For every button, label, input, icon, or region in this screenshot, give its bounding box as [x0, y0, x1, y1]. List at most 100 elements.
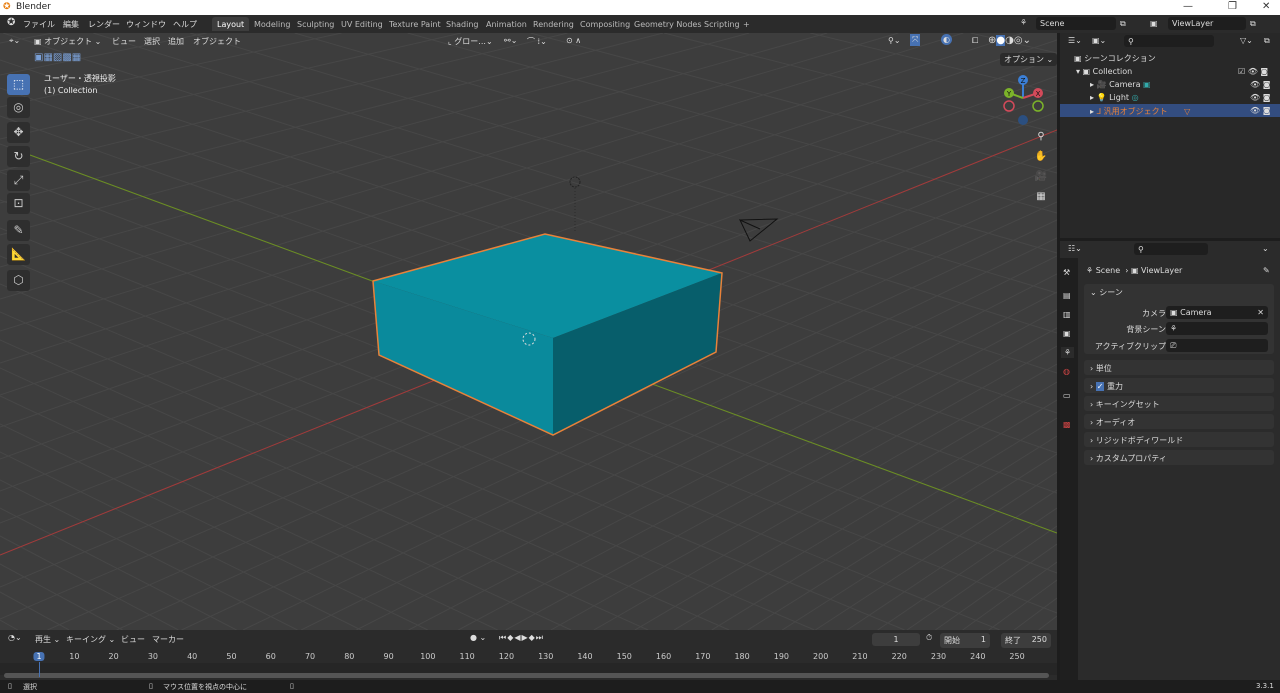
rotate-tool[interactable]: ↻ — [7, 146, 30, 167]
current-frame-field[interactable]: 1 — [872, 633, 920, 646]
display-mode-icon[interactable]: ▣⌄ — [1092, 36, 1106, 45]
filter-icon[interactable]: ▽⌄ — [1240, 36, 1253, 45]
menu-window[interactable]: ウィンドウ — [126, 19, 166, 30]
transform-tool[interactable]: ⊡ — [7, 193, 30, 214]
texture-tab-icon[interactable]: ▩ — [1063, 420, 1071, 429]
blender-menu-icon[interactable]: ✪ — [7, 17, 15, 28]
menu-keying[interactable]: キーイング ⌄ — [66, 634, 115, 645]
editor-type-icon[interactable]: ⌖⌄ — [9, 36, 20, 46]
menu-object[interactable]: オブジェクト — [193, 36, 241, 47]
scale-tool[interactable]: ⤢ — [7, 170, 30, 191]
pin-icon[interactable]: ✎ — [1263, 266, 1270, 275]
tab-rendering[interactable]: Rendering — [528, 17, 579, 31]
panel-gravity[interactable]: › ✓ 重力 — [1084, 378, 1274, 393]
menu-select[interactable]: 選択 — [144, 36, 160, 47]
transform-orientation-dropdown[interactable]: ⌞ グロー...⌄ — [448, 36, 493, 47]
measure-tool[interactable]: 📐 — [7, 244, 30, 265]
menu-view[interactable]: ビュー — [112, 36, 136, 47]
start-frame-field[interactable]: 開始 1 — [940, 633, 990, 648]
properties-editor-icon[interactable]: ☷⌄ — [1068, 244, 1082, 253]
scene-field[interactable]: Scene — [1036, 17, 1116, 30]
overlay-toggle-icon[interactable]: ◐ — [941, 34, 952, 45]
scene-icon[interactable]: ⚘ — [1020, 18, 1027, 27]
visibility-icon[interactable]: ⚲⌄ — [888, 36, 901, 45]
maximize-button[interactable]: ❐ — [1228, 1, 1237, 12]
world-tab-icon[interactable]: ◍ — [1063, 367, 1070, 376]
visibility-toggles[interactable]: 👁 ◙ — [1250, 80, 1270, 89]
menu-render[interactable]: レンダー — [88, 19, 120, 30]
collection-tab-icon[interactable]: ▭ — [1063, 391, 1071, 400]
snap-icon[interactable]: ⌒ ⁞⌄ — [527, 36, 547, 47]
camera-view-icon[interactable]: 🎥 — [1032, 168, 1050, 186]
timeline[interactable]: ◔⌄ 再生 ⌄ キーイング ⌄ ビュー マーカー ● ⌄ ⏮◆◀▶◆⏭ 1 ⏱ … — [0, 630, 1057, 680]
gizmo-toggle-icon[interactable]: ⤧ — [910, 34, 921, 46]
move-tool[interactable]: ✥ — [7, 122, 30, 143]
pan-hand-icon[interactable]: ✋ — [1032, 148, 1050, 166]
panel-audio[interactable]: › オーディオ — [1084, 414, 1274, 429]
menu-file[interactable]: ファイル — [23, 19, 55, 30]
new-collection-icon[interactable]: ⧉ — [1264, 36, 1270, 46]
camera-field[interactable]: ▣ Camera ✕ — [1166, 306, 1268, 319]
tab-compositing[interactable]: Compositing — [575, 17, 635, 31]
background-scene-field[interactable]: ⚘ — [1166, 322, 1268, 335]
tab-shading[interactable]: Shading — [441, 17, 484, 31]
menu-edit[interactable]: 編集 — [63, 19, 79, 30]
outliner[interactable]: ☰⌄ ▣⌄ ⚲ ▽⌄ ⧉ ▣ シーンコレクション ▾ ▣ Collection ☑… — [1060, 33, 1280, 238]
active-clip-field[interactable]: ⎚ — [1166, 339, 1268, 352]
tool-tab-icon[interactable]: ⚒ — [1063, 268, 1070, 277]
menu-add[interactable]: 追加 — [168, 36, 184, 47]
pivot-icon[interactable]: ⚯⌄ — [504, 36, 517, 45]
panel-rigid-body-world[interactable]: › リジッドボディワールド — [1084, 432, 1274, 447]
navigation-gizmo[interactable]: Z X Y — [998, 72, 1048, 128]
add-workspace-button[interactable]: + — [738, 17, 755, 31]
visibility-toggles[interactable]: 👁 ◙ — [1250, 93, 1270, 102]
timeline-editor-icon[interactable]: ◔⌄ — [8, 633, 22, 642]
gravity-checkbox[interactable]: ✓ — [1095, 382, 1105, 391]
tab-animation[interactable]: Animation — [481, 17, 532, 31]
tab-layout[interactable]: Layout — [212, 17, 250, 31]
panel-units[interactable]: › 単位 — [1084, 360, 1274, 375]
minimize-button[interactable]: — — [1183, 1, 1193, 12]
annotate-tool[interactable]: ✎ — [7, 220, 30, 241]
outliner-scene-collection[interactable]: ▣ シーンコレクション — [1060, 51, 1280, 64]
scene-tab-icon[interactable]: ⚘ — [1061, 347, 1075, 358]
render-tab-icon[interactable]: ▤ — [1063, 291, 1071, 300]
outliner-item-light[interactable]: ▸ 💡 Light ◎ 👁 ◙ — [1060, 91, 1280, 104]
menu-view[interactable]: ビュー — [121, 634, 145, 645]
outliner-collection[interactable]: ▾ ▣ Collection ☑ 👁 ◙ — [1060, 65, 1280, 78]
tab-geometry-nodes[interactable]: Geometry Nodes — [629, 17, 706, 31]
options-dropdown[interactable]: オプション ⌄ — [1000, 53, 1058, 66]
menu-help[interactable]: ヘルプ — [173, 19, 197, 30]
close-button[interactable]: ✕ — [1262, 1, 1270, 12]
tab-uv-editing[interactable]: UV Editing — [336, 17, 388, 31]
output-tab-icon[interactable]: ▥ — [1063, 310, 1071, 319]
scene-panel-header[interactable]: ⌄ シーン — [1090, 287, 1123, 298]
timeline-scrollbar[interactable] — [4, 673, 1049, 678]
outliner-search-input[interactable]: ⚲ — [1124, 35, 1214, 47]
3d-viewport[interactable] — [0, 33, 1057, 630]
stopwatch-icon[interactable]: ⏱ — [926, 633, 932, 643]
add-cube-tool[interactable]: ⬡ — [7, 270, 30, 291]
properties-options-icon[interactable]: ⌄ — [1262, 244, 1269, 253]
new-viewlayer-icon[interactable]: ⧉ — [1250, 19, 1256, 29]
viewlayer-icon[interactable]: ▣ — [1150, 19, 1158, 28]
xray-icon[interactable]: ⧠ — [972, 36, 978, 46]
new-scene-icon[interactable]: ⧉ — [1120, 19, 1126, 29]
menu-playback[interactable]: 再生 ⌄ — [35, 634, 60, 645]
shading-modes[interactable]: ⊕●◑◎⌄ — [988, 35, 1031, 46]
panel-custom-properties[interactable]: › カスタムプロパティ — [1084, 450, 1274, 465]
proportional-edit-icon[interactable]: ⊙ ∧ — [566, 36, 581, 45]
panel-keying-sets[interactable]: › キーイングセット — [1084, 396, 1274, 411]
record-button[interactable]: ● ⌄ — [470, 633, 486, 642]
selection-mode-icons[interactable]: ▣▦▨▩▦ — [34, 52, 81, 63]
visibility-toggles[interactable]: 👁 ◙ — [1250, 106, 1270, 115]
visibility-toggles[interactable]: ☑ 👁 ◙ — [1238, 67, 1268, 76]
zoom-icon[interactable]: ⚲ — [1032, 128, 1050, 146]
tab-sculpting[interactable]: Sculpting — [292, 17, 339, 31]
outliner-editor-icon[interactable]: ☰⌄ — [1068, 36, 1082, 45]
mode-dropdown[interactable]: ▣ オブジェクト ⌄ — [34, 36, 101, 47]
outliner-item-empty[interactable]: ▸ ⅃ 汎用オブジェクト ▽ 👁 ◙ — [1060, 104, 1280, 117]
viewlayer-field[interactable]: ViewLayer — [1168, 17, 1246, 30]
tab-texture-paint[interactable]: Texture Paint — [384, 17, 446, 31]
end-frame-field[interactable]: 終了 250 — [1001, 633, 1051, 648]
